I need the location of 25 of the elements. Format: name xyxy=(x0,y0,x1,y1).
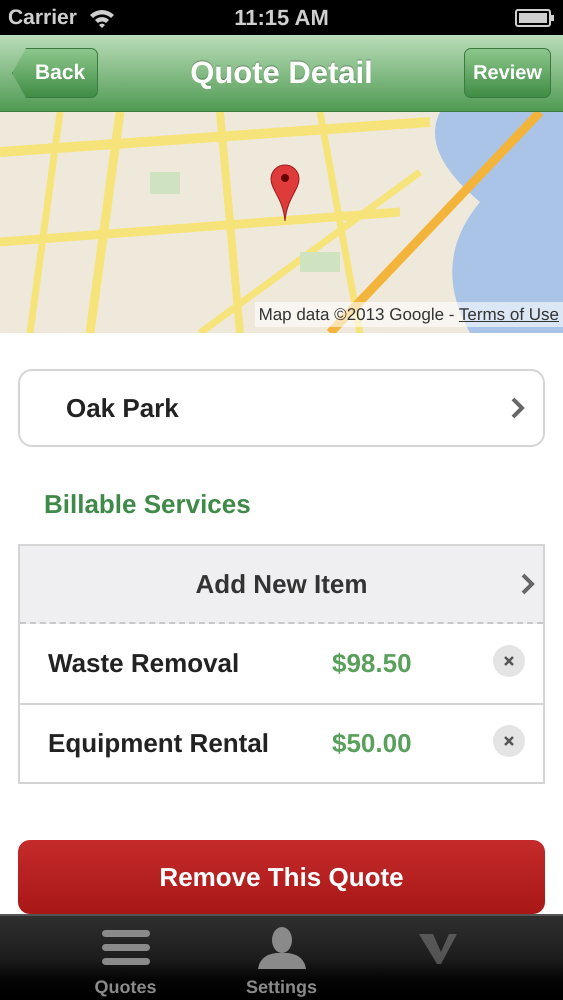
service-price: $50.00 xyxy=(332,727,412,760)
delete-button[interactable] xyxy=(493,644,525,676)
service-name: Equipment Rental xyxy=(48,727,270,760)
tab-item[interactable]: Settings xyxy=(204,916,360,1000)
screen-title: Quote Detail xyxy=(190,54,373,92)
service-price: $98.50 xyxy=(332,647,412,680)
remove-quote-button[interactable]: Remove This Quote xyxy=(18,840,545,914)
map-attribution: Map data ©2013 Google - Terms of Use xyxy=(254,302,563,327)
wifi-icon xyxy=(88,8,115,28)
chevron-icon xyxy=(521,573,535,595)
tab-item[interactable]: Quotes xyxy=(48,916,204,1000)
service-name: Waste Removal xyxy=(48,647,240,680)
person-icon xyxy=(258,926,306,970)
section-heading: Billable Services xyxy=(44,488,252,521)
carrier-name: Carrier xyxy=(8,4,77,31)
chevron-icon xyxy=(511,397,525,419)
clock-time: 11:15 AM xyxy=(234,4,329,32)
location-row[interactable]: Oak Park xyxy=(18,369,545,447)
terms-of-use-link[interactable]: Terms of Use xyxy=(458,304,559,324)
close-icon xyxy=(503,654,515,666)
battery-icon xyxy=(515,8,555,26)
map-pin-icon xyxy=(270,164,300,222)
close-icon xyxy=(503,734,515,746)
delete-button[interactable] xyxy=(493,724,525,756)
add-item-row[interactable]: Add New Item xyxy=(20,546,543,624)
